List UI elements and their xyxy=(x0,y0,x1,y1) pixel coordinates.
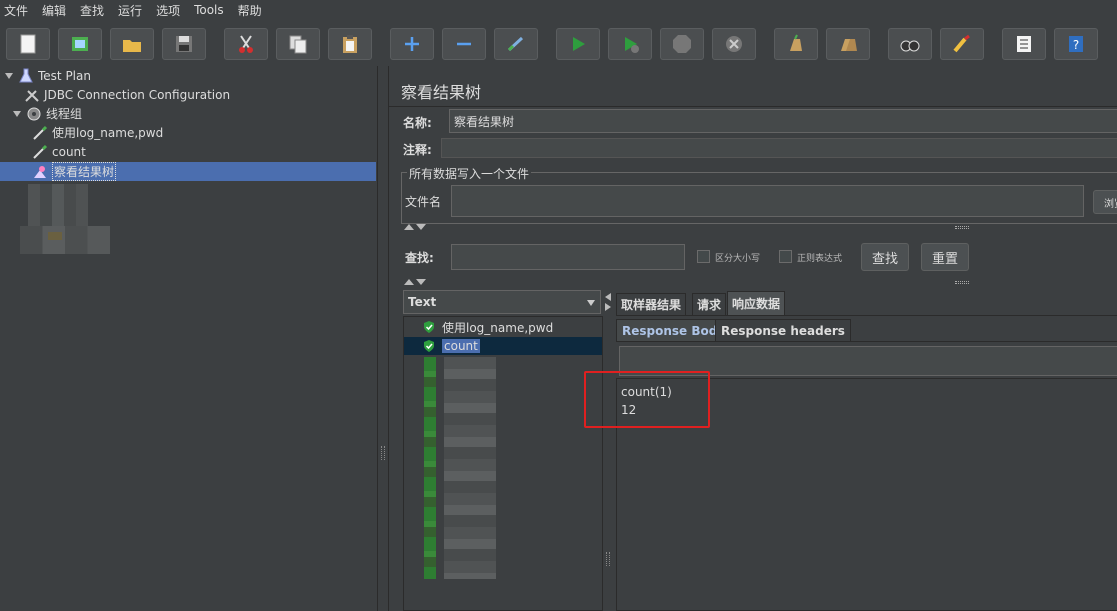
function-helper-icon[interactable] xyxy=(1002,28,1046,60)
menu-bar: 文件 编辑 查找 运行 选项 Tools 帮助 xyxy=(0,0,1117,20)
search-icon[interactable] xyxy=(888,28,932,60)
pipette-icon xyxy=(33,125,48,140)
tree-label: 察看结果树 xyxy=(52,162,117,181)
case-sensitive-label: 区分大小写 xyxy=(715,254,761,264)
menu-help[interactable]: 帮助 xyxy=(238,2,262,19)
result-list: 使用log_name,pwd count xyxy=(403,316,603,611)
search-input[interactable] xyxy=(451,244,685,270)
chevron-down-icon[interactable] xyxy=(4,71,14,81)
expand-icon[interactable] xyxy=(390,28,434,60)
tree-node-results-tree[interactable]: 察看结果树 xyxy=(0,162,376,181)
file-group-title: 所有数据写入一个文件 xyxy=(407,165,532,182)
clear-icon[interactable] xyxy=(774,28,818,60)
result-item-login[interactable]: 使用log_name,pwd xyxy=(404,318,602,336)
result-splitter[interactable] xyxy=(603,290,615,611)
listener-icon xyxy=(34,165,46,178)
chevron-down-icon xyxy=(587,300,595,306)
split-arrows-icon[interactable] xyxy=(604,292,612,312)
results-tree-panel: 察看结果树 名称: 察看结果树 注释: 所有数据写入一个文件 文件名 浏览 查找… xyxy=(388,66,1117,611)
save-icon[interactable] xyxy=(162,28,206,60)
annotation-highlight xyxy=(584,371,710,428)
tree-label: 使用log_name,pwd xyxy=(52,126,164,140)
subtab-response-headers[interactable]: Response headers xyxy=(715,319,851,341)
tab-request[interactable]: 请求 xyxy=(692,293,727,315)
success-shield-icon xyxy=(424,340,434,352)
panel-title: 察看结果树 xyxy=(401,83,482,102)
renderer-select[interactable]: Text xyxy=(403,290,601,314)
stop-icon[interactable] xyxy=(660,28,704,60)
menu-search[interactable]: 查找 xyxy=(80,2,104,19)
tree-node-thread-group[interactable]: 线程组 xyxy=(12,104,82,123)
new-icon[interactable] xyxy=(6,28,50,60)
collapse-icon[interactable] xyxy=(442,28,486,60)
wrench-icon xyxy=(25,89,39,102)
search-label: 查找: xyxy=(405,251,434,265)
redacted-area xyxy=(48,232,62,240)
paste-icon[interactable] xyxy=(328,28,372,60)
collapse-arrows-icon[interactable] xyxy=(403,223,427,231)
menu-tools[interactable]: Tools xyxy=(194,3,224,17)
clear-all-icon[interactable] xyxy=(826,28,870,60)
templates-icon[interactable] xyxy=(58,28,102,60)
test-plan-tree: Test Plan JDBC Connection Configuration … xyxy=(0,66,378,611)
tab-sampler-result[interactable]: 取样器结果 xyxy=(616,293,687,315)
flask-icon xyxy=(19,68,33,82)
chevron-down-icon[interactable] xyxy=(12,109,22,119)
result-label: count xyxy=(442,339,480,353)
find-button[interactable]: 查找 xyxy=(861,243,909,271)
copy-icon[interactable] xyxy=(276,28,320,60)
case-sensitive-checkbox[interactable] xyxy=(697,250,710,263)
menu-run[interactable]: 运行 xyxy=(118,2,142,19)
name-label: 名称: xyxy=(403,116,432,130)
result-item-count[interactable]: count xyxy=(404,337,602,355)
collapse-arrows-icon[interactable] xyxy=(403,278,427,286)
name-field[interactable]: 察看结果树 xyxy=(449,109,1117,133)
open-icon[interactable] xyxy=(110,28,154,60)
redacted-area xyxy=(444,357,496,579)
redacted-area xyxy=(424,357,436,579)
cut-icon[interactable] xyxy=(224,28,268,60)
tree-node-sampler-count[interactable]: count xyxy=(32,142,86,161)
filename-label: 文件名 xyxy=(405,195,442,209)
menu-options[interactable]: 选项 xyxy=(156,2,180,19)
subtab-response-body[interactable]: Response Body xyxy=(616,319,732,341)
regex-checkbox[interactable] xyxy=(779,250,792,263)
pipette-icon xyxy=(33,144,48,159)
toggle-icon[interactable] xyxy=(494,28,538,60)
result-label: 使用log_name,pwd xyxy=(442,320,554,335)
tree-label: JDBC Connection Configuration xyxy=(44,87,231,102)
comment-field[interactable] xyxy=(441,138,1117,158)
svg-text:?: ? xyxy=(1073,38,1079,52)
tree-node-test-plan[interactable]: Test Plan xyxy=(4,66,91,85)
regex-label: 正则表达式 xyxy=(797,254,843,264)
vertical-splitter[interactable] xyxy=(378,66,388,611)
tree-node-sampler-login[interactable]: 使用log_name,pwd xyxy=(32,123,163,142)
menu-file[interactable]: 文件 xyxy=(4,2,28,19)
help-icon[interactable]: ? xyxy=(1054,28,1098,60)
start-no-pause-icon[interactable] xyxy=(608,28,652,60)
comment-label: 注释: xyxy=(403,143,432,157)
start-icon[interactable] xyxy=(556,28,600,60)
tree-label: 线程组 xyxy=(46,107,83,121)
tree-label: Test Plan xyxy=(38,68,91,83)
renderer-value: Text xyxy=(408,295,437,309)
success-shield-icon xyxy=(424,321,434,333)
menu-edit[interactable]: 编辑 xyxy=(42,2,66,19)
shutdown-icon[interactable] xyxy=(712,28,756,60)
browse-button[interactable]: 浏览 xyxy=(1093,190,1117,214)
gear-icon xyxy=(27,107,41,120)
tree-node-jdbc-config[interactable]: JDBC Connection Configuration xyxy=(24,85,230,104)
reset-search-icon[interactable] xyxy=(940,28,984,60)
toolbar: ? xyxy=(0,22,1117,66)
tree-label: count xyxy=(52,144,86,159)
filename-input[interactable] xyxy=(451,185,1084,217)
reset-button[interactable]: 重置 xyxy=(921,243,969,271)
redacted-area xyxy=(20,226,110,254)
tab-response-data[interactable]: 响应数据 xyxy=(727,291,786,315)
